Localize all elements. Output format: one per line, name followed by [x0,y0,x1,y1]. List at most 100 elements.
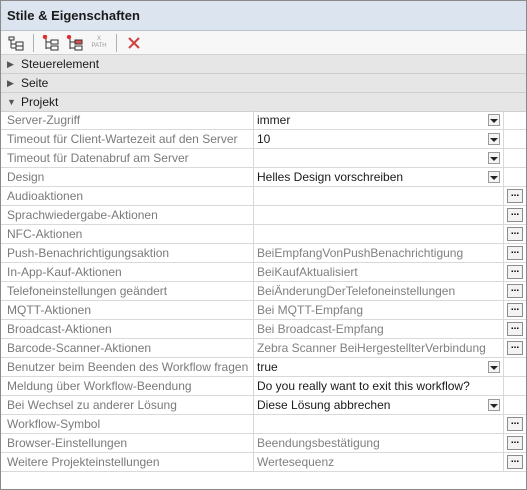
property-value[interactable]: Wertesequenz [254,453,503,471]
property-value[interactable]: BeiKaufAktualisiert [254,263,503,281]
property-row[interactable]: NFC-Aktionen... [1,225,526,244]
ellipsis-button[interactable]: ... [507,417,523,431]
property-value[interactable]: Bei Broadcast-Empfang [254,320,503,338]
property-action-cell: ... [503,415,526,433]
property-value[interactable] [254,206,503,224]
property-name: NFC-Aktionen [1,225,254,243]
property-row[interactable]: In-App-Kauf-Aktionen BeiKaufAktualisiert.… [1,263,526,282]
property-row[interactable]: Design Helles Design vorschreiben [1,168,526,187]
property-row[interactable]: Timeout für Client-Wartezeit auf den Ser… [1,130,526,149]
property-row[interactable]: Audioaktionen... [1,187,526,206]
property-row[interactable]: Bei Wechsel zu anderer Lösung Diese Lösun… [1,396,526,415]
dropdown-arrow-icon[interactable] [488,171,500,183]
xpath-label-top: X [96,35,101,42]
property-row[interactable]: Weitere Projekteinstellungen Wertesequenz… [1,453,526,472]
property-row[interactable]: Meldung über Workflow-Beendung Do you rea… [1,377,526,396]
property-value-text: Beendungsbestätigung [257,436,380,450]
property-name: Sprachwiedergabe-Aktionen [1,206,254,224]
property-value-text: BeiKaufAktualisiert [257,265,358,279]
ellipsis-button[interactable]: ... [507,265,523,279]
expand-arrow-icon[interactable]: ▶ [7,78,17,89]
property-value[interactable]: Helles Design vorschreiben [254,168,503,186]
property-value[interactable]: Diese Lösung abbrechen [254,396,503,414]
ellipsis-button[interactable]: ... [507,246,523,260]
property-name: MQTT-Aktionen [1,301,254,319]
collapse-arrow-icon[interactable]: ▼ [7,97,17,107]
property-row[interactable]: Broadcast-Aktionen Bei Broadcast-Empfang.… [1,320,526,339]
ellipsis-button[interactable]: ... [507,341,523,355]
dropdown-arrow-icon[interactable] [488,114,500,126]
add-element-icon[interactable] [40,33,62,53]
property-name: Barcode-Scanner-Aktionen [1,339,254,357]
property-value[interactable] [254,415,503,433]
property-value[interactable] [254,225,503,243]
dropdown-arrow-icon[interactable] [488,133,500,145]
expand-arrow-icon[interactable]: ▶ [7,59,17,70]
panel-title: Stile & Eigenschaften [1,1,526,31]
property-action-cell [503,111,526,129]
property-row[interactable]: Telefoneinstellungen geändert BeiÄnderung… [1,282,526,301]
property-value[interactable]: Zebra Scanner BeiHergestellterVerbindung [254,339,503,357]
dropdown-arrow-icon[interactable] [488,361,500,373]
section-label: Projekt [21,95,59,109]
property-action-cell: ... [503,339,526,357]
ellipsis-button[interactable]: ... [507,227,523,241]
delete-icon[interactable] [123,33,145,53]
property-action-cell [503,377,526,395]
property-value[interactable]: Bei MQTT-Empfang [254,301,503,319]
property-action-cell: ... [503,187,526,205]
property-row[interactable]: Server-Zugriff immer [1,111,526,130]
property-name: Benutzer beim Beenden des Workflow frage… [1,358,254,376]
property-value-text: BeiÄnderungDerTelefoneinstellungen [257,284,456,298]
property-row[interactable]: Workflow-Symbol... [1,415,526,434]
ellipsis-button[interactable]: ... [507,322,523,336]
property-value-text: Do you really want to exit this workflow… [257,379,470,393]
property-action-cell: ... [503,206,526,224]
property-row[interactable]: Benutzer beim Beenden des Workflow frage… [1,358,526,377]
property-value[interactable]: Beendungsbestätigung [254,434,503,452]
property-row[interactable]: MQTT-Aktionen Bei MQTT-Empfang... [1,301,526,320]
property-value[interactable] [254,187,503,205]
property-name: Meldung über Workflow-Beendung [1,377,254,395]
property-row[interactable]: Timeout für Datenabruf am Server [1,149,526,168]
ellipsis-button[interactable]: ... [507,303,523,317]
property-name: Broadcast-Aktionen [1,320,254,338]
property-name: Server-Zugriff [1,111,254,129]
property-value[interactable]: BeiÄnderungDerTelefoneinstellungen [254,282,503,300]
property-action-cell: ... [503,244,526,262]
add-element-alt-icon[interactable] [64,33,86,53]
property-value[interactable]: BeiEmpfangVonPushBenachrichtigung [254,244,503,262]
property-action-cell: ... [503,434,526,452]
property-action-cell [503,396,526,414]
property-value[interactable]: immer [254,111,503,129]
property-value[interactable]: Do you really want to exit this workflow… [254,377,503,395]
ellipsis-button[interactable]: ... [507,436,523,450]
toolbar-separator [116,33,117,52]
property-value[interactable]: true [254,358,503,376]
xpath-icon[interactable]: X PATH [88,33,110,53]
xpath-label-bottom: PATH [91,42,107,49]
property-value[interactable] [254,149,503,167]
property-row[interactable]: Push-Benachrichtigungsaktion BeiEmpfangVo… [1,244,526,263]
ellipsis-button[interactable]: ... [507,189,523,203]
ellipsis-button[interactable]: ... [507,455,523,469]
property-action-cell: ... [503,301,526,319]
property-row[interactable]: Sprachwiedergabe-Aktionen... [1,206,526,225]
section-seite[interactable]: ▶ Seite [1,74,526,93]
property-row[interactable]: Browser-Einstellungen Beendungsbestätigun… [1,434,526,453]
dropdown-arrow-icon[interactable] [488,152,500,164]
property-action-cell: ... [503,225,526,243]
ellipsis-button[interactable]: ... [507,284,523,298]
property-row[interactable]: Barcode-Scanner-Aktionen Zebra Scanner Be… [1,339,526,358]
property-value[interactable]: 10 [254,130,503,148]
property-action-cell [503,130,526,148]
dropdown-arrow-icon[interactable] [488,399,500,411]
section-projekt[interactable]: ▼ Projekt [1,93,526,112]
property-name: Timeout für Client-Wartezeit auf den Ser… [1,130,254,148]
tree-view-icon[interactable] [5,33,27,53]
ellipsis-button[interactable]: ... [507,208,523,222]
section-steuerelement[interactable]: ▶ Steuerelement [1,55,526,74]
property-value-text: Bei Broadcast-Empfang [257,322,384,336]
property-action-cell [503,168,526,186]
property-value-text: Diese Lösung abbrechen [257,398,391,412]
